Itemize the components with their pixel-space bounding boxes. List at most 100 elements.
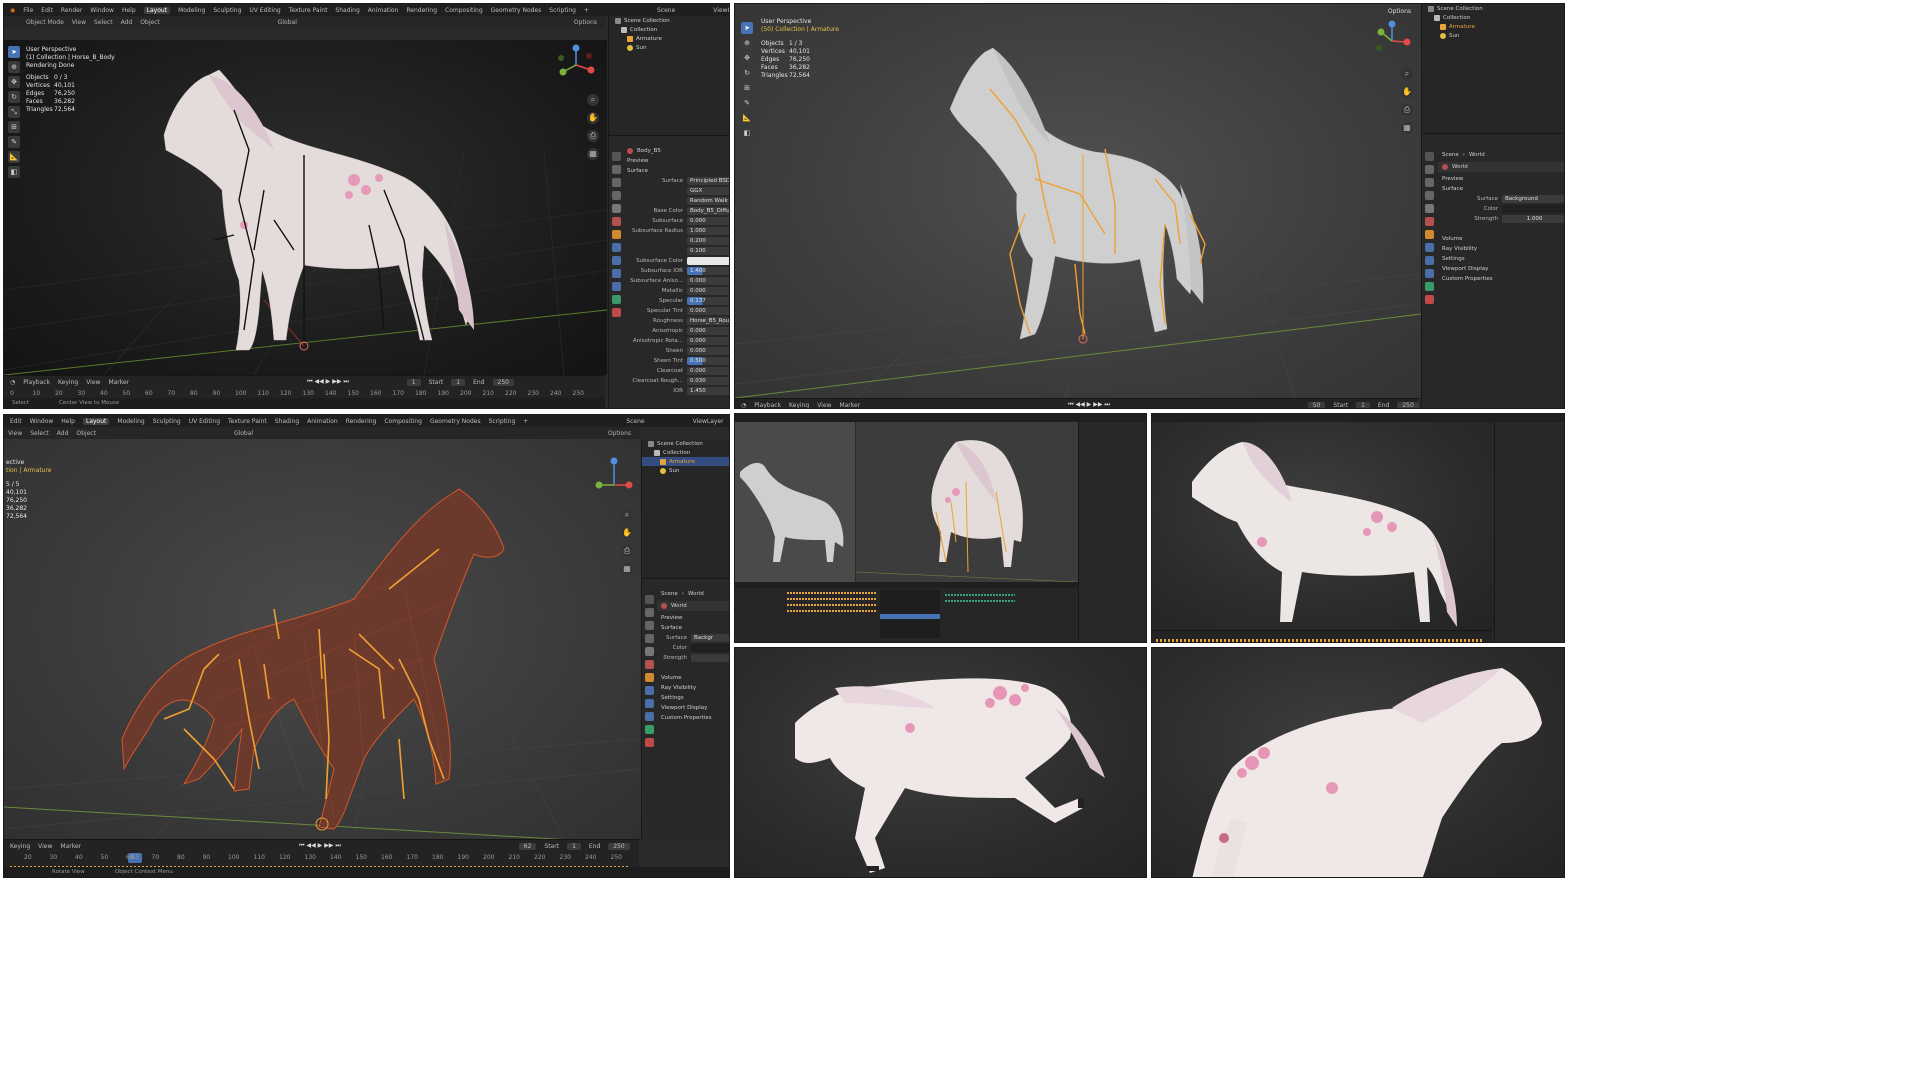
add-cube-tool-icon[interactable]: ◧ bbox=[741, 127, 753, 139]
outliner-item[interactable]: Armature bbox=[1422, 22, 1564, 31]
action-item-selected[interactable] bbox=[880, 614, 940, 619]
section-preview[interactable]: Preview bbox=[623, 156, 729, 166]
data-tab-icon[interactable] bbox=[644, 725, 654, 734]
jump-end-icon[interactable]: ⏭ bbox=[335, 842, 340, 849]
jump-start-icon[interactable]: ⏮ bbox=[307, 378, 312, 385]
section-custom-properties[interactable]: Custom Properties bbox=[657, 713, 729, 723]
outliner-item[interactable]: Sun bbox=[1422, 31, 1564, 40]
color-swatch[interactable] bbox=[1502, 205, 1564, 213]
next-key-icon[interactable]: ▶▶ bbox=[1093, 401, 1102, 408]
pan-hand-icon[interactable]: ✋ bbox=[587, 112, 599, 124]
mode-selector[interactable]: Object Mode bbox=[26, 19, 64, 26]
outliner-item[interactable]: Collection bbox=[609, 25, 729, 34]
strength-field[interactable]: 1.000 bbox=[1502, 215, 1564, 223]
outliner-item[interactable]: Collection bbox=[1422, 13, 1564, 22]
menu-edit[interactable]: Edit bbox=[41, 7, 53, 14]
output-tab-icon[interactable] bbox=[644, 621, 654, 630]
annotate-tool-icon[interactable]: ✎ bbox=[741, 97, 753, 109]
measure-tool-icon[interactable]: 📐 bbox=[8, 151, 20, 163]
current-frame-field[interactable]: 62 bbox=[518, 842, 537, 850]
menu-select[interactable]: Select bbox=[94, 19, 113, 26]
current-frame-field[interactable]: 1 bbox=[406, 378, 421, 386]
tab-rendering[interactable]: Rendering bbox=[346, 418, 377, 425]
options-button[interactable]: Options bbox=[608, 430, 631, 437]
tab-scripting[interactable]: Scripting bbox=[549, 7, 576, 14]
menu-view[interactable]: View bbox=[86, 379, 100, 386]
material-slot[interactable]: Body_B5 bbox=[623, 146, 729, 156]
orientation-selector[interactable]: Global bbox=[234, 430, 253, 437]
section-ray-visibility[interactable]: Ray Visibility bbox=[657, 683, 729, 693]
tool-tab-icon[interactable] bbox=[611, 152, 621, 161]
property-field[interactable]: 0.000 bbox=[687, 217, 729, 225]
jump-start-icon[interactable]: ⏮ bbox=[1068, 401, 1073, 408]
tab-layout[interactable]: Layout bbox=[143, 6, 171, 14]
property-field[interactable]: 0.030 bbox=[687, 377, 729, 385]
tab-uv-editing[interactable]: UV Editing bbox=[249, 7, 280, 14]
tab-shading[interactable]: Shading bbox=[335, 7, 359, 14]
tab-uv-editing[interactable]: UV Editing bbox=[189, 418, 220, 425]
tab-modeling[interactable]: Modeling bbox=[117, 418, 144, 425]
cursor-tool-icon[interactable]: ⊕ bbox=[741, 37, 753, 49]
modifier-tab-icon[interactable] bbox=[644, 686, 654, 695]
scene-tab-icon[interactable] bbox=[644, 647, 654, 656]
outliner-item[interactable]: Collection bbox=[642, 448, 729, 457]
property-field[interactable]: GGX bbox=[687, 187, 729, 195]
navigation-gizmo[interactable] bbox=[591, 455, 637, 501]
viewport-left[interactable] bbox=[735, 422, 855, 582]
material-tab-icon[interactable] bbox=[611, 308, 621, 317]
render-tab-icon[interactable] bbox=[611, 165, 621, 174]
physics-tab-icon[interactable] bbox=[644, 699, 654, 708]
grid-icon[interactable]: ▦ bbox=[587, 148, 599, 160]
view-layer-tab-icon[interactable] bbox=[1424, 191, 1434, 200]
object-tab-icon[interactable] bbox=[1424, 230, 1434, 239]
select-tool-icon[interactable]: ➤ bbox=[8, 46, 20, 58]
object-tab-icon[interactable] bbox=[644, 673, 654, 682]
section-volume[interactable]: Volume bbox=[1438, 234, 1564, 244]
menu-object[interactable]: Object bbox=[140, 19, 160, 26]
camera-icon[interactable]: ⎙ bbox=[1401, 104, 1413, 116]
property-field[interactable]: 1.450 bbox=[687, 387, 729, 395]
tab-animation[interactable]: Animation bbox=[307, 418, 338, 425]
tab-compositing[interactable]: Compositing bbox=[445, 7, 483, 14]
property-field[interactable]: 0.200 bbox=[687, 237, 729, 245]
menu-marker[interactable]: Marker bbox=[108, 379, 129, 386]
surface-shader-field[interactable]: Background bbox=[1502, 195, 1564, 203]
menu-file[interactable]: File bbox=[23, 7, 33, 14]
section-settings[interactable]: Settings bbox=[657, 693, 729, 703]
menu-keying[interactable]: Keying bbox=[789, 402, 809, 409]
world-tab-icon[interactable] bbox=[644, 660, 654, 669]
menu-add[interactable]: Add bbox=[57, 430, 69, 437]
material-tab-icon[interactable] bbox=[644, 738, 654, 747]
grid-icon[interactable]: ▦ bbox=[621, 563, 633, 575]
menu-marker[interactable]: Marker bbox=[839, 402, 860, 409]
material-tab-icon[interactable] bbox=[1424, 295, 1434, 304]
menu-help[interactable]: Help bbox=[122, 7, 136, 14]
property-field[interactable]: Horse_B5_Roughnes... bbox=[687, 317, 729, 325]
property-field[interactable]: 0.100 bbox=[687, 247, 729, 255]
section-viewport-display[interactable]: Viewport Display bbox=[657, 703, 729, 713]
add-cube-tool-icon[interactable]: ◧ bbox=[8, 166, 20, 178]
menu-edit[interactable]: Edit bbox=[10, 418, 22, 425]
zoom-icon[interactable]: ⌕ bbox=[1401, 68, 1413, 80]
zoom-icon[interactable]: ⌕ bbox=[587, 94, 599, 106]
physics-tab-icon[interactable] bbox=[1424, 256, 1434, 265]
tab-scripting[interactable]: Scripting bbox=[489, 418, 516, 425]
pan-hand-icon[interactable]: ✋ bbox=[1401, 86, 1413, 98]
section-surface[interactable]: Surface bbox=[657, 623, 729, 633]
jump-end-icon[interactable]: ⏭ bbox=[343, 378, 348, 385]
constraints-tab-icon[interactable] bbox=[644, 712, 654, 721]
tab-layout[interactable]: Layout bbox=[82, 417, 110, 425]
view-layer-selector[interactable]: ViewLayer bbox=[713, 7, 729, 14]
section-preview[interactable]: Preview bbox=[657, 613, 729, 623]
transform-tool-icon[interactable]: ⊞ bbox=[8, 121, 20, 133]
outliner-scene-collection[interactable]: Scene Collection bbox=[642, 439, 729, 448]
prev-key-icon[interactable]: ◀◀ bbox=[1076, 401, 1085, 408]
zoom-icon[interactable]: ⌕ bbox=[621, 509, 633, 521]
transform-tool-icon[interactable]: ⊞ bbox=[741, 82, 753, 94]
start-frame-field[interactable]: 1 bbox=[1356, 401, 1370, 408]
object-tab-icon[interactable] bbox=[611, 230, 621, 239]
property-field[interactable]: 0.000 bbox=[687, 307, 729, 315]
tab-rendering[interactable]: Rendering bbox=[406, 7, 437, 14]
scene-tab-icon[interactable] bbox=[611, 204, 621, 213]
add-workspace-button[interactable]: + bbox=[523, 418, 528, 425]
